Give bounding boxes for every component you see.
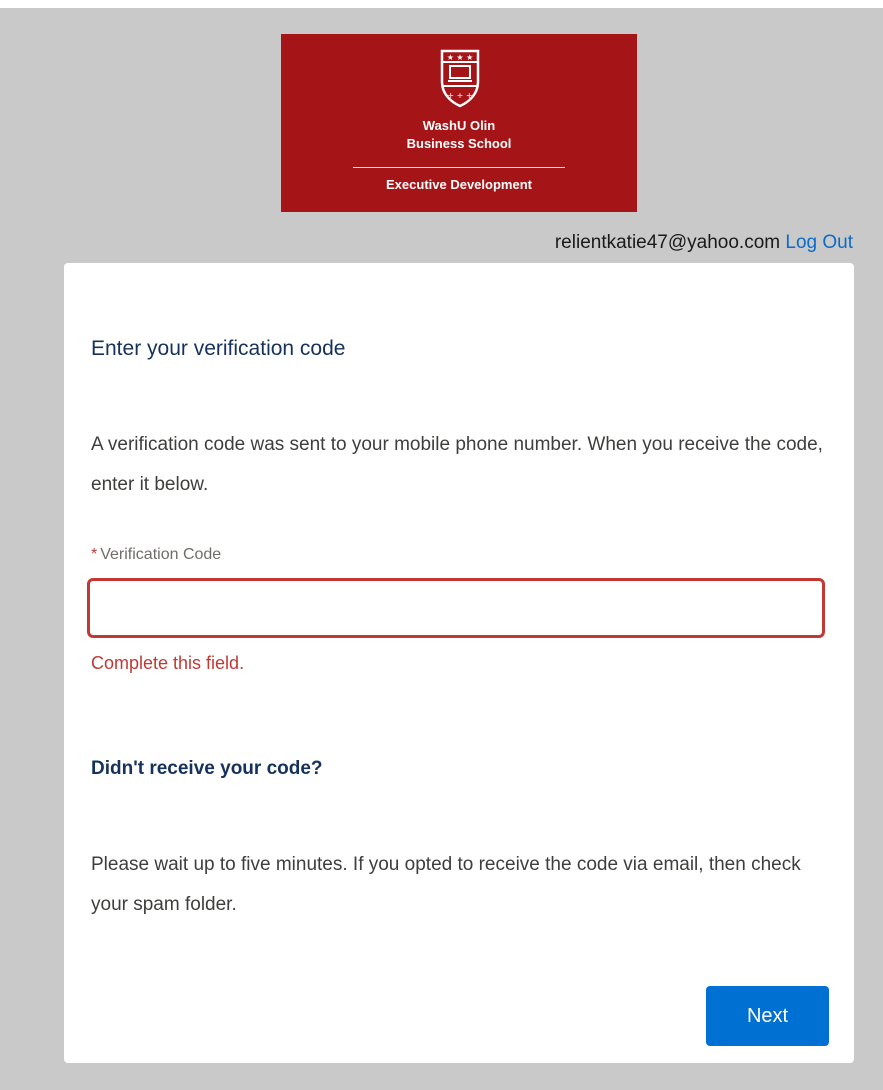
logo-name-line2: Business School xyxy=(406,136,512,151)
user-email: relientkatie47@yahoo.com xyxy=(554,232,781,253)
field-label-text: Verification Code xyxy=(100,546,222,563)
svg-text:+ + +: + + + xyxy=(447,91,472,100)
help-heading: Didn't receive your code? xyxy=(91,758,323,779)
next-button[interactable]: Next xyxy=(706,986,829,1046)
logo-name-line1: WashU Olin xyxy=(422,118,496,133)
help-text: Please wait up to five minutes. If you o… xyxy=(91,854,801,915)
verification-code-label: * Verification Code xyxy=(91,545,221,565)
user-info: relientkatie47@yahoo.com Log Out xyxy=(555,231,853,255)
shield-crest-icon: ★ ★ ★ + + + xyxy=(440,49,480,108)
page-title: Enter your verification code xyxy=(91,337,346,360)
field-error-message: Complete this field. xyxy=(91,653,245,673)
page-frame: ★ ★ ★ + + + WashU Olin Business School E… xyxy=(0,8,883,1090)
svg-text:★ ★ ★: ★ ★ ★ xyxy=(447,53,474,62)
logout-link[interactable]: Log Out xyxy=(785,232,853,253)
logo-subtitle: Executive Development xyxy=(386,177,532,192)
verification-card: Enter your verification code A verificat… xyxy=(64,263,854,1063)
intro-text: A verification code was sent to your mob… xyxy=(91,434,823,495)
logo-divider xyxy=(353,167,565,168)
verification-code-input[interactable] xyxy=(88,579,824,637)
required-asterisk: * xyxy=(91,546,98,563)
school-logo: ★ ★ ★ + + + WashU Olin Business School E… xyxy=(281,34,637,212)
